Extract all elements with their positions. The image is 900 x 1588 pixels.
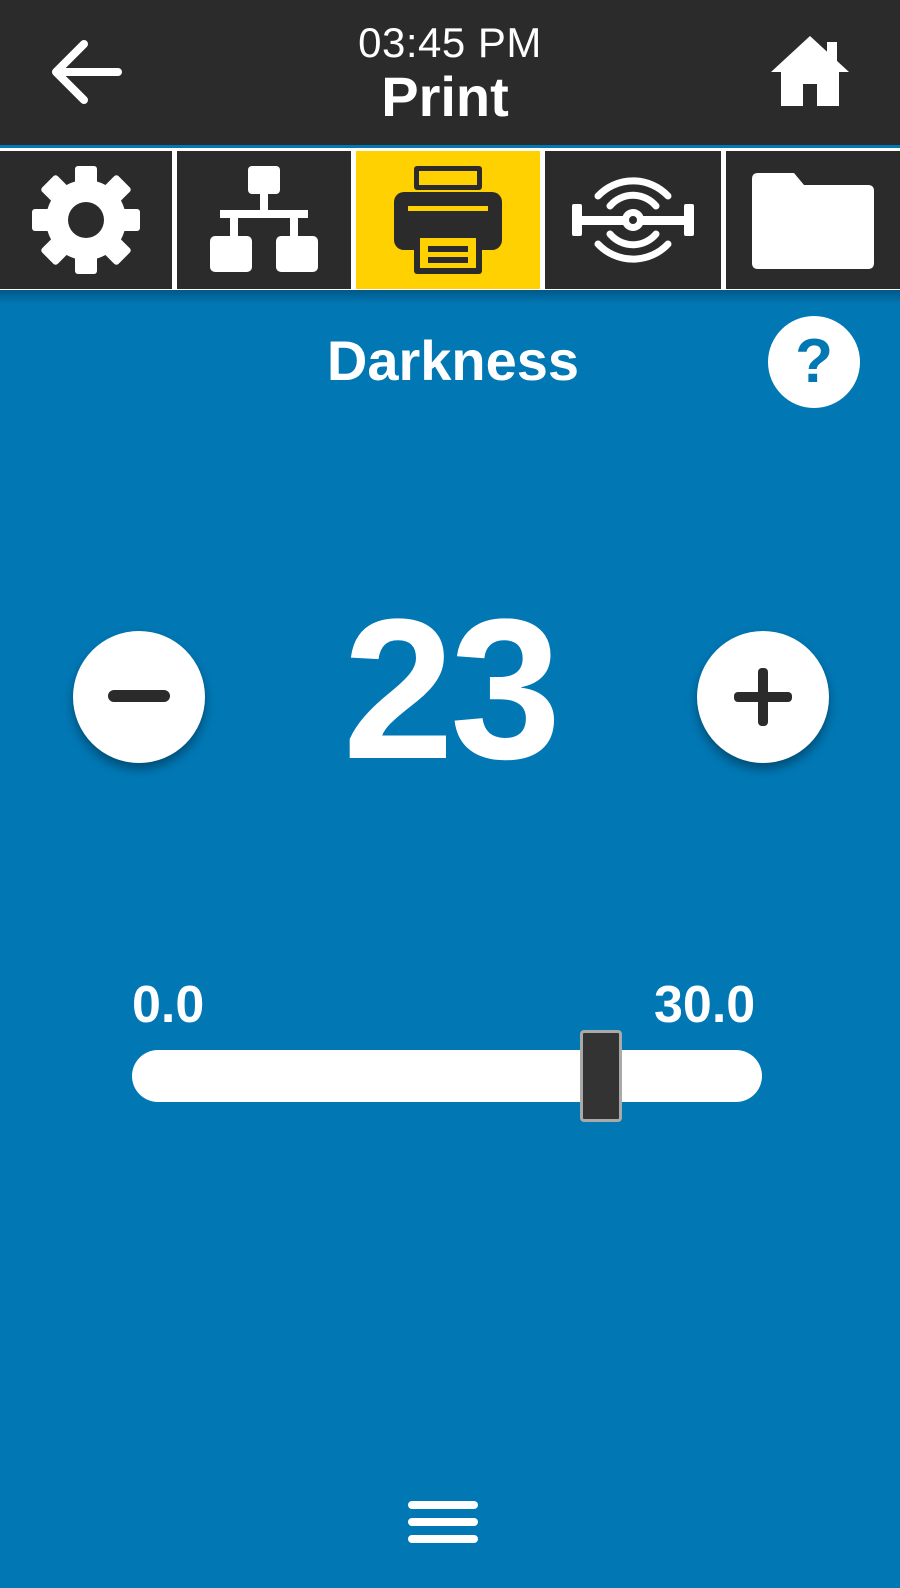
- tab-network[interactable]: [177, 151, 351, 289]
- tab-storage[interactable]: [726, 151, 900, 289]
- increase-button[interactable]: [697, 631, 829, 763]
- menu-line: [408, 1535, 478, 1543]
- home-icon: [771, 36, 849, 106]
- top-bar: 03:45 PM Print: [0, 0, 900, 145]
- printer-icon: [394, 166, 502, 274]
- network-icon: [210, 166, 318, 272]
- menu-line: [408, 1518, 478, 1526]
- folder-icon: [752, 173, 874, 269]
- darkness-slider-track[interactable]: [132, 1050, 762, 1102]
- slider-max-label: 30.0: [654, 976, 756, 1034]
- tab-settings[interactable]: [0, 151, 172, 289]
- help-button[interactable]: ?: [768, 316, 860, 408]
- slider-min-label: 0.0: [132, 976, 205, 1034]
- tab-bar-shadow: [0, 290, 900, 304]
- tab-bar: [0, 148, 900, 290]
- menu-button[interactable]: [406, 1497, 480, 1547]
- question-mark-icon: ?: [795, 327, 833, 396]
- tab-sensor[interactable]: [545, 151, 721, 289]
- darkness-slider-thumb[interactable]: [580, 1030, 623, 1122]
- plus-icon: [734, 668, 792, 726]
- home-button[interactable]: [765, 30, 855, 115]
- sensor-icon: [572, 177, 694, 263]
- setting-heading: Darkness: [326, 329, 580, 392]
- gear-icon: [32, 166, 140, 274]
- tab-print[interactable]: [356, 151, 540, 289]
- menu-line: [408, 1501, 478, 1509]
